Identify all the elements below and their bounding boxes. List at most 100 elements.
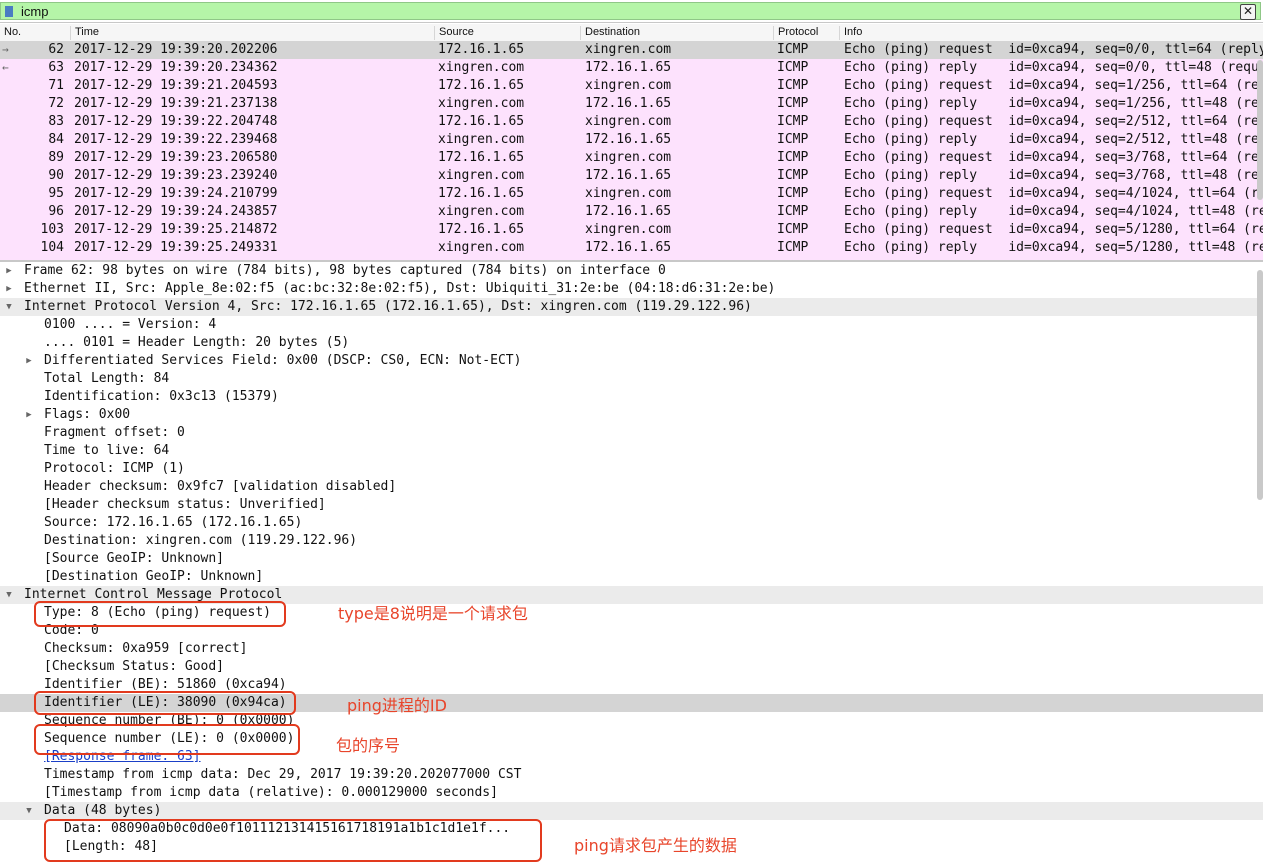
packet-destination: xingren.com bbox=[585, 42, 672, 57]
packet-number: 62 bbox=[48, 42, 64, 57]
packet-info: Echo (ping) request id=0xca94, seq=1/256… bbox=[844, 78, 1263, 93]
detail-text: [Destination GeoIP: Unknown] bbox=[44, 569, 264, 584]
detail-row[interactable]: [Timestamp from icmp data (relative): 0.… bbox=[0, 784, 1263, 802]
bookmark-icon[interactable] bbox=[5, 6, 13, 17]
display-filter-input[interactable]: icmp ✕ bbox=[0, 2, 1261, 20]
packet-protocol: ICMP bbox=[777, 96, 809, 111]
expanded-triangle-icon[interactable]: ▼ bbox=[24, 802, 34, 820]
detail-row[interactable]: Fragment offset: 0 bbox=[0, 424, 1263, 442]
col-protocol[interactable]: Protocol bbox=[773, 26, 818, 40]
packet-row[interactable]: 90 2017-12-29 19:39:23.239240 xingren.com 1… bbox=[0, 167, 1263, 185]
detail-row[interactable]: ▶ Flags: 0x00 bbox=[0, 406, 1263, 424]
detail-row[interactable]: [Checksum Status: Good] bbox=[0, 658, 1263, 676]
packet-source: 172.16.1.65 bbox=[438, 114, 525, 129]
packet-info: Echo (ping) reply id=0xca94, seq=5/1280,… bbox=[844, 240, 1263, 255]
detail-text: [Header checksum status: Unverified] bbox=[44, 497, 326, 512]
filter-text[interactable]: icmp bbox=[21, 3, 48, 20]
packet-protocol: ICMP bbox=[777, 150, 809, 165]
packet-source: xingren.com bbox=[438, 132, 525, 147]
packet-destination: xingren.com bbox=[585, 222, 672, 237]
packet-destination: 172.16.1.65 bbox=[585, 60, 672, 75]
packet-info: Echo (ping) reply id=0xca94, seq=4/1024,… bbox=[844, 204, 1263, 219]
clear-filter-icon[interactable]: ✕ bbox=[1240, 4, 1256, 20]
data-annotation: ping请求包产生的数据 bbox=[574, 836, 737, 855]
packet-row[interactable]: 83 2017-12-29 19:39:22.204748 172.16.1.65 x… bbox=[0, 113, 1263, 131]
type-highlight-box bbox=[34, 601, 286, 627]
packet-row[interactable]: ← 63 2017-12-29 19:39:20.234362 xingren.com… bbox=[0, 59, 1263, 77]
sequence-annotation: 包的序号 bbox=[336, 736, 401, 755]
detail-text: Total Length: 84 bbox=[44, 371, 170, 386]
detail-row[interactable]: ▶ Frame 62: 98 bytes on wire (784 bits), … bbox=[0, 262, 1263, 280]
packet-row[interactable]: 95 2017-12-29 19:39:24.210799 172.16.1.65 x… bbox=[0, 185, 1263, 203]
type-annotation: type是8说明是一个请求包 bbox=[338, 604, 528, 623]
related-packet-arrow-icon: ← bbox=[2, 61, 9, 74]
collapsed-triangle-icon[interactable]: ▶ bbox=[4, 280, 14, 298]
packet-info: Echo (ping) request id=0xca94, seq=4/102… bbox=[844, 186, 1263, 201]
packet-time: 2017-12-29 19:39:25.249331 bbox=[74, 240, 278, 255]
packet-number: 83 bbox=[48, 114, 64, 129]
packet-row[interactable]: → 62 2017-12-29 19:39:20.202206 172.16.1.65… bbox=[0, 41, 1263, 59]
packet-source: xingren.com bbox=[438, 240, 525, 255]
detail-row[interactable]: ▼ Internet Protocol Version 4, Src: 172.1… bbox=[0, 298, 1263, 316]
detail-row[interactable]: [Destination GeoIP: Unknown] bbox=[0, 568, 1263, 586]
col-no[interactable]: No. bbox=[0, 26, 21, 40]
packet-info: Echo (ping) request id=0xca94, seq=3/768… bbox=[844, 150, 1263, 165]
packet-time: 2017-12-29 19:39:21.237138 bbox=[74, 96, 278, 111]
packet-number: 103 bbox=[40, 222, 64, 237]
packet-number: 84 bbox=[48, 132, 64, 147]
packet-source: xingren.com bbox=[438, 168, 525, 183]
col-info[interactable]: Info bbox=[839, 26, 862, 40]
packet-number: 95 bbox=[48, 186, 64, 201]
detail-row[interactable]: Time to live: 64 bbox=[0, 442, 1263, 460]
detail-row[interactable]: [Source GeoIP: Unknown] bbox=[0, 550, 1263, 568]
collapsed-triangle-icon[interactable]: ▶ bbox=[4, 262, 14, 280]
packet-destination: 172.16.1.65 bbox=[585, 204, 672, 219]
detail-row[interactable]: ▼ Data (48 bytes) bbox=[0, 802, 1263, 820]
col-destination[interactable]: Destination bbox=[580, 26, 640, 40]
detail-row[interactable]: ▶ Ethernet II, Src: Apple_8e:02:f5 (ac:bc… bbox=[0, 280, 1263, 298]
detail-text: [Timestamp from icmp data (relative): 0.… bbox=[44, 785, 498, 800]
detail-row[interactable]: Timestamp from icmp data: Dec 29, 2017 1… bbox=[0, 766, 1263, 784]
display-filter-bar: icmp ✕ bbox=[0, 0, 1263, 23]
collapsed-triangle-icon[interactable]: ▶ bbox=[24, 406, 34, 424]
detail-row[interactable]: Header checksum: 0x9fc7 [validation disa… bbox=[0, 478, 1263, 496]
detail-row[interactable]: Total Length: 84 bbox=[0, 370, 1263, 388]
detail-text: 0100 .... = Version: 4 bbox=[44, 317, 217, 332]
packet-row[interactable]: 72 2017-12-29 19:39:21.237138 xingren.com 1… bbox=[0, 95, 1263, 113]
collapsed-triangle-icon[interactable]: ▶ bbox=[24, 352, 34, 370]
packet-row[interactable]: 103 2017-12-29 19:39:25.214872 172.16.1.65… bbox=[0, 221, 1263, 239]
detail-row[interactable]: 0100 .... = Version: 4 bbox=[0, 316, 1263, 334]
col-source[interactable]: Source bbox=[434, 26, 474, 40]
detail-row[interactable]: Source: 172.16.1.65 (172.16.1.65) bbox=[0, 514, 1263, 532]
packet-row[interactable]: 104 2017-12-29 19:39:25.249331 xingren.com… bbox=[0, 239, 1263, 257]
packet-source: 172.16.1.65 bbox=[438, 186, 525, 201]
packet-info: Echo (ping) request id=0xca94, seq=0/0, … bbox=[844, 42, 1263, 57]
detail-row[interactable]: [Header checksum status: Unverified] bbox=[0, 496, 1263, 514]
detail-row[interactable]: Checksum: 0xa959 [correct] bbox=[0, 640, 1263, 658]
detail-text: [Checksum Status: Good] bbox=[44, 659, 225, 674]
detail-row[interactable]: .... 0101 = Header Length: 20 bytes (5) bbox=[0, 334, 1263, 352]
packet-row[interactable]: 96 2017-12-29 19:39:24.243857 xingren.com 1… bbox=[0, 203, 1263, 221]
packet-row[interactable]: 89 2017-12-29 19:39:23.206580 172.16.1.65 x… bbox=[0, 149, 1263, 167]
detail-text: Source: 172.16.1.65 (172.16.1.65) bbox=[44, 515, 303, 530]
packet-row[interactable]: 71 2017-12-29 19:39:21.204593 172.16.1.65 x… bbox=[0, 77, 1263, 95]
packet-source: xingren.com bbox=[438, 96, 525, 111]
detail-text: Checksum: 0xa959 [correct] bbox=[44, 641, 248, 656]
col-time[interactable]: Time bbox=[70, 26, 99, 40]
packet-time: 2017-12-29 19:39:21.204593 bbox=[74, 78, 278, 93]
detail-row[interactable]: Protocol: ICMP (1) bbox=[0, 460, 1263, 478]
detail-row[interactable]: ▶ Differentiated Services Field: 0x00 (DS… bbox=[0, 352, 1263, 370]
detail-row[interactable]: Destination: xingren.com (119.29.122.96) bbox=[0, 532, 1263, 550]
expanded-triangle-icon[interactable]: ▼ bbox=[4, 298, 14, 316]
packet-info: Echo (ping) reply id=0xca94, seq=2/512, … bbox=[844, 132, 1263, 147]
expanded-triangle-icon[interactable]: ▼ bbox=[4, 586, 14, 604]
packet-time: 2017-12-29 19:39:22.239468 bbox=[74, 132, 278, 147]
packet-list-scrollbar[interactable] bbox=[1257, 60, 1263, 200]
data-highlight-box bbox=[44, 819, 542, 862]
packet-source: 172.16.1.65 bbox=[438, 222, 525, 237]
packet-protocol: ICMP bbox=[777, 240, 809, 255]
packet-row[interactable]: 84 2017-12-29 19:39:22.239468 xingren.com 1… bbox=[0, 131, 1263, 149]
details-scrollbar[interactable] bbox=[1257, 270, 1263, 500]
detail-row[interactable]: Identification: 0x3c13 (15379) bbox=[0, 388, 1263, 406]
detail-text: Protocol: ICMP (1) bbox=[44, 461, 185, 476]
